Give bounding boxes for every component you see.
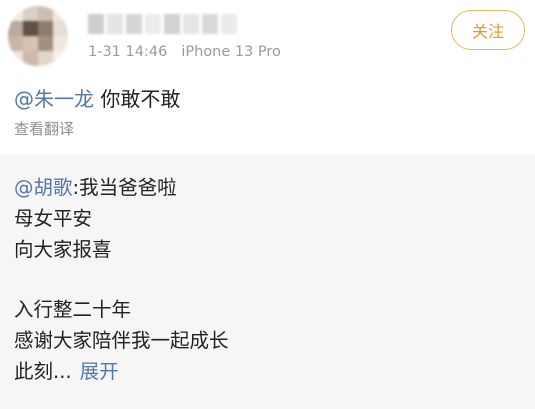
expand-link[interactable]: 展开 <box>80 360 119 383</box>
quote-text: :我当爸爸啦 <box>72 176 177 199</box>
quote-line-2: 母女平安 <box>14 207 93 230</box>
quote-line-3: 向大家报喜 <box>14 238 112 261</box>
quote-mention-link[interactable]: @胡歌 <box>14 176 73 199</box>
mention-link[interactable]: @朱一龙 <box>14 87 94 111</box>
follow-button[interactable]: 关注 <box>451 10 525 50</box>
quoted-post[interactable]: @胡歌:我当爸爸啦 母女平安 向大家报喜 入行整二十年 感谢大家陪伴我一起成长 … <box>0 155 535 409</box>
quote-line-6: 此刻... 展开 <box>14 359 119 385</box>
quote-truncated-text: 此刻... <box>14 360 72 383</box>
quote-line-4: 入行整二十年 <box>14 298 132 321</box>
post-text: @朱一龙 你敢不敢 <box>14 86 180 112</box>
quote-line-5: 感谢大家陪伴我一起成长 <box>14 329 229 352</box>
post-header: 1-31 14:46 iPhone 13 Pro 关注 <box>0 0 535 78</box>
post-device: iPhone 13 Pro <box>181 44 281 60</box>
post-text-body: 你敢不敢 <box>94 87 181 111</box>
post-meta: 1-31 14:46 iPhone 13 Pro <box>88 44 281 60</box>
post-time: 1-31 14:46 <box>88 44 168 60</box>
username-blurred[interactable] <box>88 14 238 36</box>
translate-link[interactable]: 查看翻译 <box>14 118 74 139</box>
avatar[interactable] <box>8 6 68 66</box>
quote-line-1: @胡歌:我当爸爸啦 <box>14 175 177 201</box>
